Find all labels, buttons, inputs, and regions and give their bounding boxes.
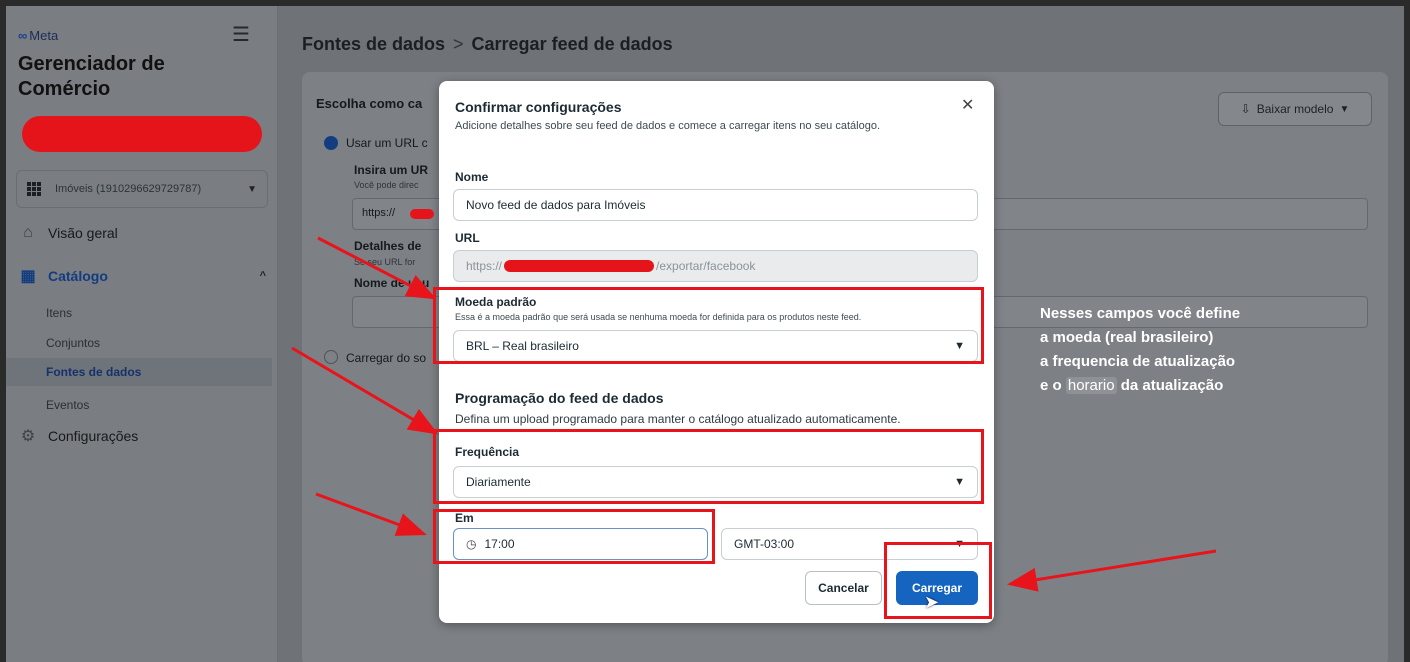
arrow-to-currency — [317, 236, 437, 300]
arrow-to-upload — [1007, 549, 1217, 592]
arrow-to-time — [315, 492, 427, 536]
arrow-to-frequency — [291, 346, 439, 435]
screen: ∞ Meta ☰ Gerenciador de Comércio Imóveis … — [6, 6, 1404, 662]
redaction-mark — [410, 209, 434, 219]
mouse-cursor-icon: ➤ — [924, 592, 940, 612]
annotation-arrows — [291, 236, 1217, 592]
